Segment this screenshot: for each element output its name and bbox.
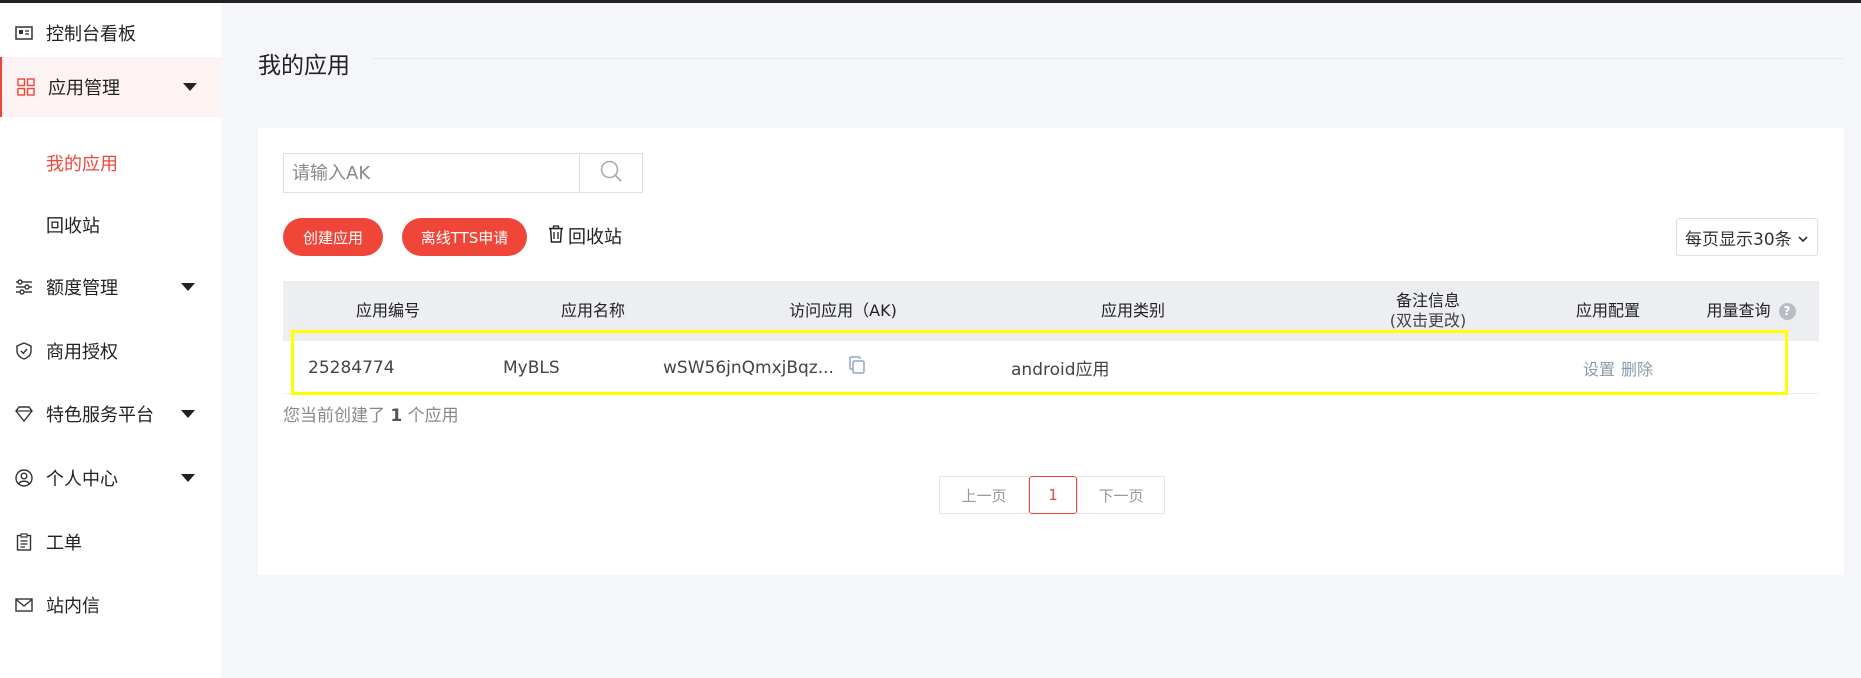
column-header-note: 备注信息 (双击更改) bbox=[1328, 281, 1528, 341]
recycle-bin-link[interactable]: 回收站 bbox=[548, 223, 622, 249]
settings-link[interactable]: 设置 bbox=[1583, 356, 1615, 380]
sidebar-item-recycle-bin[interactable]: 回收站 bbox=[0, 195, 221, 255]
table-header: 应用编号 应用名称 访问应用（AK) 应用类别 备注信息 (双击更改) 应用配置… bbox=[283, 281, 1819, 341]
caret-down-icon bbox=[183, 83, 197, 91]
chevron-down-icon bbox=[1797, 230, 1809, 250]
column-header-category: 应用类别 bbox=[1100, 301, 1165, 320]
page-title: 我的应用 bbox=[258, 53, 350, 79]
sidebar-item-commercial-license[interactable]: 商用授权 bbox=[0, 321, 221, 381]
search-button[interactable] bbox=[579, 154, 642, 192]
ak-value: wSW56jnQmxjBqz... bbox=[663, 357, 834, 378]
column-header-id: 应用编号 bbox=[355, 301, 420, 320]
sidebar-item-app-management[interactable]: 应用管理 bbox=[0, 57, 221, 117]
recycle-bin-label: 回收站 bbox=[568, 227, 622, 248]
top-border bbox=[0, 0, 1861, 3]
copy-icon[interactable] bbox=[848, 356, 866, 379]
caret-down-icon bbox=[181, 283, 195, 291]
column-header-ak: 访问应用（AK) bbox=[789, 301, 897, 320]
search-icon bbox=[599, 159, 623, 187]
diamond-icon bbox=[14, 404, 34, 424]
column-header-name: 应用名称 bbox=[560, 301, 625, 320]
sidebar-item-label: 额度管理 bbox=[46, 278, 118, 299]
sidebar-item-label: 应用管理 bbox=[48, 78, 120, 99]
create-app-button[interactable]: 创建应用 bbox=[283, 218, 383, 256]
app-count: 1 bbox=[390, 406, 403, 426]
app-category-cell: android应用 bbox=[1011, 360, 1110, 380]
next-page-button[interactable]: 下一页 bbox=[1077, 476, 1165, 514]
pagination: 上一页 1 下一页 bbox=[939, 476, 1165, 514]
title-divider bbox=[373, 58, 1843, 59]
column-header-usage: 用量查询 ? bbox=[1683, 281, 1819, 341]
help-icon[interactable]: ? bbox=[1778, 302, 1796, 320]
column-header-config: 应用配置 bbox=[1575, 301, 1640, 320]
offline-tts-apply-button[interactable]: 离线TTS申请 bbox=[402, 218, 527, 256]
search-box bbox=[283, 153, 643, 193]
prev-page-button[interactable]: 上一页 bbox=[939, 476, 1029, 514]
app-config-cell: 设置 删除 bbox=[1583, 341, 1659, 394]
caret-down-icon bbox=[181, 474, 195, 482]
sliders-icon bbox=[14, 277, 34, 297]
trash-icon bbox=[548, 224, 564, 248]
app-name-cell: MyBLS bbox=[503, 357, 560, 378]
sidebar-item-personal-center[interactable]: 个人中心 bbox=[0, 448, 221, 508]
note-header-hint: (双击更改) bbox=[1389, 311, 1467, 330]
note-header-label: 备注信息 bbox=[1395, 291, 1460, 310]
delete-link[interactable]: 删除 bbox=[1621, 356, 1653, 380]
sidebar-item-tickets[interactable]: 工单 bbox=[0, 512, 221, 572]
apps-card: 创建应用 离线TTS申请 回收站 每页显示30条 应用编号 应用名称 访问应用（… bbox=[258, 128, 1844, 575]
sidebar-item-label: 回收站 bbox=[46, 216, 100, 237]
ak-cell: wSW56jnQmxjBqz... bbox=[663, 341, 866, 394]
app-id-cell: 25284774 bbox=[308, 357, 395, 378]
sidebar-item-quota[interactable]: 额度管理 bbox=[0, 257, 221, 317]
mail-icon bbox=[14, 595, 34, 615]
sidebar-item-label: 商用授权 bbox=[46, 342, 118, 363]
sidebar-item-label: 个人中心 bbox=[46, 469, 118, 490]
caret-down-icon bbox=[181, 410, 195, 418]
page-size-select[interactable]: 每页显示30条 bbox=[1676, 218, 1818, 256]
sidebar-item-label: 控制台看板 bbox=[46, 24, 136, 45]
sidebar-item-messages[interactable]: 站内信 bbox=[0, 575, 221, 635]
sidebar: 控制台看板 应用管理 我的应用 回收站 额度管理 商用授权 特色服务平台 个人中… bbox=[0, 3, 221, 678]
table-row: 25284774 MyBLS wSW56jnQmxjBqz... android… bbox=[283, 341, 1819, 394]
grid-icon bbox=[16, 77, 36, 97]
page-size-value: 每页显示30条 bbox=[1685, 229, 1792, 250]
sidebar-item-label: 特色服务平台 bbox=[46, 405, 154, 426]
clipboard-icon bbox=[14, 532, 34, 552]
app-count-text: 您当前创建了 1 个应用 bbox=[283, 401, 459, 426]
sidebar-item-label: 站内信 bbox=[46, 596, 100, 617]
sidebar-item-label: 我的应用 bbox=[46, 154, 118, 175]
count-prefix: 您当前创建了 bbox=[283, 406, 385, 426]
shield-check-icon bbox=[14, 341, 34, 361]
sidebar-item-label: 工单 bbox=[46, 533, 82, 554]
count-suffix: 个应用 bbox=[407, 406, 459, 426]
sidebar-item-featured-services[interactable]: 特色服务平台 bbox=[0, 384, 221, 444]
user-circle-icon bbox=[14, 468, 34, 488]
id-card-icon bbox=[14, 23, 34, 43]
sidebar-item-my-apps[interactable]: 我的应用 bbox=[0, 133, 221, 193]
page-1-button[interactable]: 1 bbox=[1029, 476, 1077, 514]
sidebar-item-dashboard[interactable]: 控制台看板 bbox=[0, 3, 221, 63]
app-note-cell[interactable] bbox=[1343, 341, 1513, 394]
usage-header-label: 用量查询 bbox=[1706, 301, 1771, 320]
